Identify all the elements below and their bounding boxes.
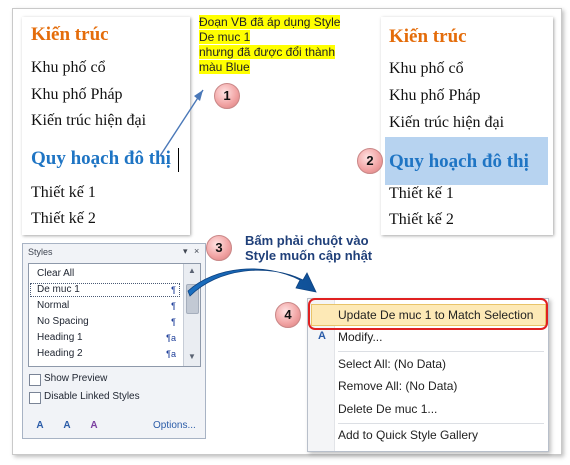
step-badge-4: 4 [275, 302, 301, 328]
menu-separator [338, 423, 544, 424]
modify-icon: A [318, 330, 326, 342]
menu-item-add-to-gallery[interactable]: Add to Quick Style Gallery [338, 425, 478, 445]
menu-separator [338, 351, 544, 352]
menu-item-remove-all[interactable]: Remove All: (No Data) [338, 376, 457, 396]
menu-item-select-all[interactable]: Select All: (No Data) [338, 354, 446, 374]
menu-item-delete[interactable]: Delete De muc 1... [338, 399, 437, 419]
menu-item-modify[interactable]: Modify... [338, 327, 382, 347]
highlight-ring [308, 298, 548, 330]
